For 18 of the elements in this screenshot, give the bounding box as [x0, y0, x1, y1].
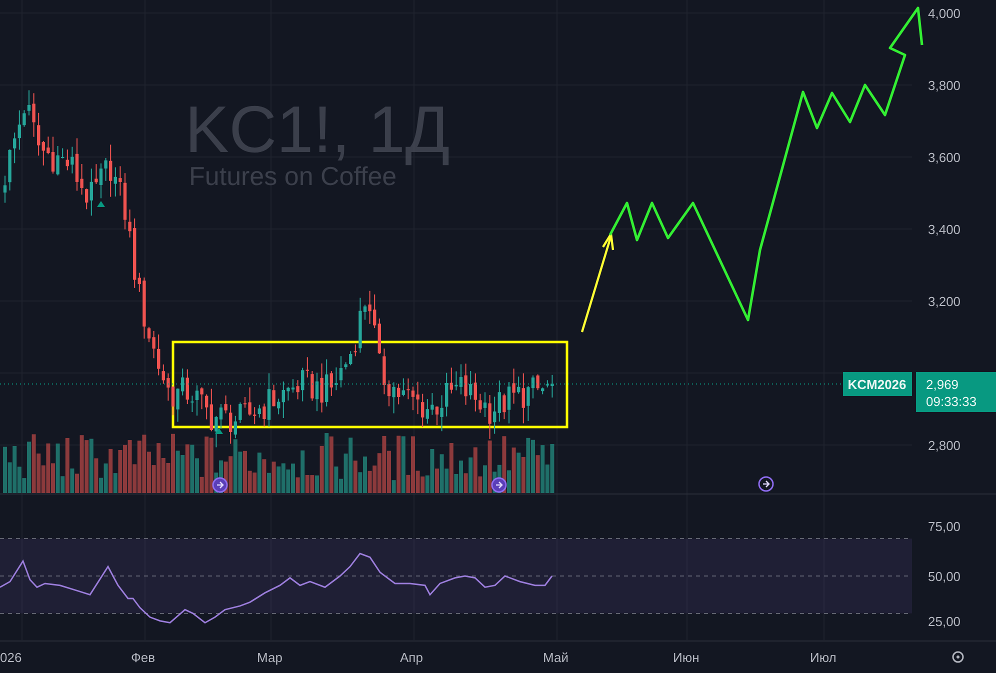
time-axis-label: 026 — [0, 650, 22, 665]
price-axis-label: 3,200 — [928, 294, 961, 309]
time-axis-label: Апр — [400, 650, 423, 665]
time-axis-label: Май — [543, 650, 568, 665]
price-axis-label: 2,800 — [928, 438, 961, 453]
rsi-axis-label: 50,00 — [928, 569, 961, 584]
time-axis-label: Июн — [673, 650, 700, 665]
price-axis-label: 3,800 — [928, 78, 961, 93]
price-axis-label: 3,600 — [928, 150, 961, 165]
time-axis-label: Мар — [257, 650, 282, 665]
price-axis-label: 3,400 — [928, 222, 961, 237]
symbol-badge: KCM2026 — [843, 372, 912, 396]
rsi-axis-label: 75,00 — [928, 519, 961, 534]
price-axis-label: 4,000 — [928, 6, 961, 21]
time-axis-label: Фев — [131, 650, 156, 665]
rsi-axis-label: 25,00 — [928, 614, 961, 629]
last-price-badge: 2,969 09:33:33 — [916, 372, 996, 412]
time-axis-label: Июл — [810, 650, 836, 665]
